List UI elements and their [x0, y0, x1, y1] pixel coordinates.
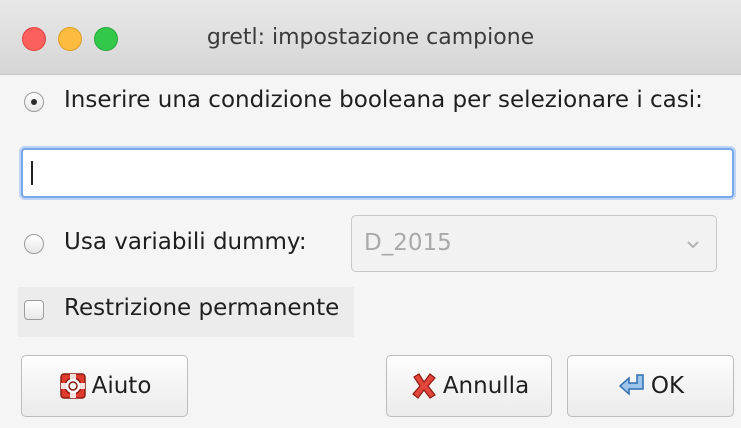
sample-settings-dialog: gretl: impostazione campione Inserire un…	[0, 0, 741, 428]
cancel-button-label: Annulla	[442, 373, 530, 399]
window-title: gretl: impostazione campione	[206, 25, 535, 50]
help-button-label: Aiuto	[91, 373, 152, 399]
dummy-variable-value: D_2015	[364, 230, 452, 256]
boolean-condition-label: Inserire una condizione booleana per sel…	[64, 87, 703, 113]
cancel-button[interactable]: Annulla	[386, 355, 552, 417]
ok-button[interactable]: OK	[567, 355, 734, 417]
lifebuoy-icon	[59, 373, 86, 399]
title-bar: gretl: impostazione campione	[0, 0, 741, 75]
text-cursor	[31, 161, 33, 185]
permanent-restriction-checkbox[interactable]	[24, 300, 44, 320]
dummy-variable-label: Usa variabili dummy:	[64, 229, 307, 255]
ok-button-label: OK	[650, 373, 685, 399]
boolean-condition-input[interactable]	[21, 148, 734, 198]
red-x-icon	[411, 373, 436, 399]
help-button[interactable]: Aiuto	[21, 355, 188, 417]
dummy-variable-radio[interactable]	[24, 234, 44, 254]
boolean-condition-radio[interactable]	[24, 92, 44, 112]
permanent-restriction-label: Restrizione permanente	[64, 295, 340, 321]
chevron-down-icon	[687, 241, 699, 249]
dummy-variable-select[interactable]: D_2015	[351, 215, 717, 272]
return-arrow-icon	[618, 374, 644, 396]
